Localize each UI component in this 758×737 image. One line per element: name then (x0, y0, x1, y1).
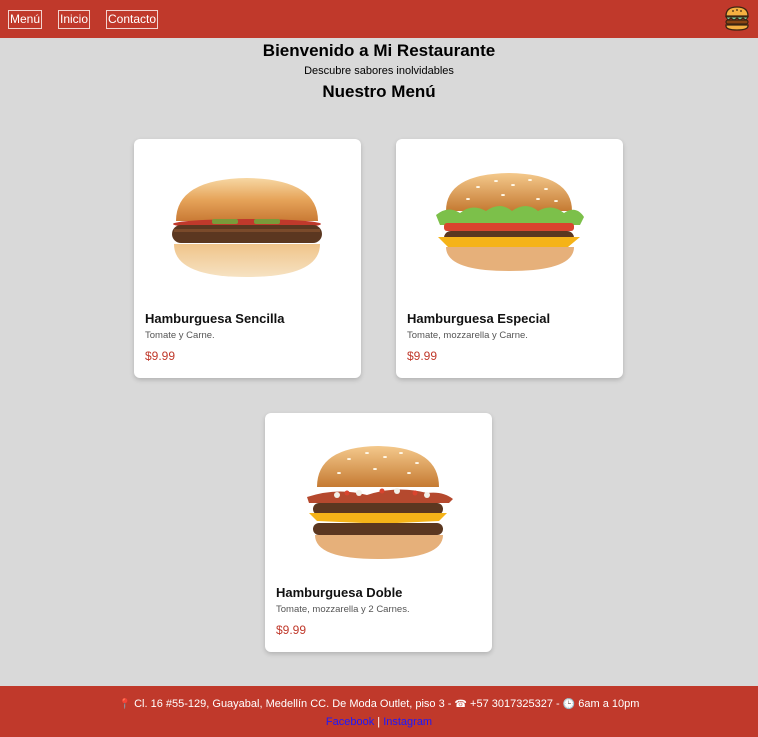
burger-icon[interactable] (723, 4, 751, 32)
pin-icon: 📍 (118, 699, 132, 710)
instagram-link[interactable]: Instagram (383, 716, 432, 728)
nav-link-home[interactable]: Inicio (58, 10, 91, 29)
double-burger-image (307, 446, 453, 559)
menu-item-name: Hamburguesa Doble (276, 585, 403, 600)
welcome-title: Bienvenido a Mi Restaurante (262, 41, 496, 60)
menu-card-special[interactable]: Hamburguesa Especial Tomate, mozzarella … (396, 139, 623, 378)
menu-item-description: Tomate, mozzarella y Carne. (407, 330, 528, 341)
menu-item-price: $9.99 (276, 623, 307, 637)
menu-item-name: Hamburguesa Especial (407, 311, 551, 326)
footer-address: Cl. 16 #55-129, Guayabal, Medellín CC. D… (134, 698, 452, 710)
menu-item-description: Tomate, mozzarella y 2 Carnes. (276, 604, 410, 615)
footer-contact-info: 📍 Cl. 16 #55-129, Guayabal, Medellín CC.… (0, 697, 758, 712)
special-burger-image (436, 173, 584, 271)
tagline: Descubre sabores inolvidables (304, 65, 454, 77)
menu-item-price: $9.99 (407, 349, 438, 363)
menu-item-description: Tomate y Carne. (145, 330, 215, 341)
nav-link-menu[interactable]: Menú (8, 10, 43, 29)
single-burger-image (172, 178, 322, 277)
footer-social-links: Facebook | Instagram (0, 715, 758, 729)
nav-link-contact[interactable]: Contacto (106, 10, 159, 29)
menu-item-price: $9.99 (145, 349, 176, 363)
menu-card-double[interactable]: Hamburguesa Doble Tomate, mozzarella y 2… (265, 413, 492, 652)
menu-item-name: Hamburguesa Sencilla (145, 311, 285, 326)
top-nav-bar: Menú Inicio Contacto (0, 0, 758, 38)
link-separator: | (377, 716, 381, 728)
menu-heading: Nuestro Menú (322, 82, 436, 101)
footer-hours: 6am a 10pm (578, 698, 640, 710)
footer-phone: +57 3017325327 - (470, 698, 560, 710)
clock-icon: 🕒 (562, 699, 576, 710)
menu-card-single[interactable]: Hamburguesa Sencilla Tomate y Carne. $9.… (134, 139, 361, 378)
facebook-link[interactable]: Facebook (326, 716, 374, 728)
phone-icon: ☎ (454, 699, 467, 710)
footer: 📍 Cl. 16 #55-129, Guayabal, Medellín CC.… (0, 686, 758, 737)
